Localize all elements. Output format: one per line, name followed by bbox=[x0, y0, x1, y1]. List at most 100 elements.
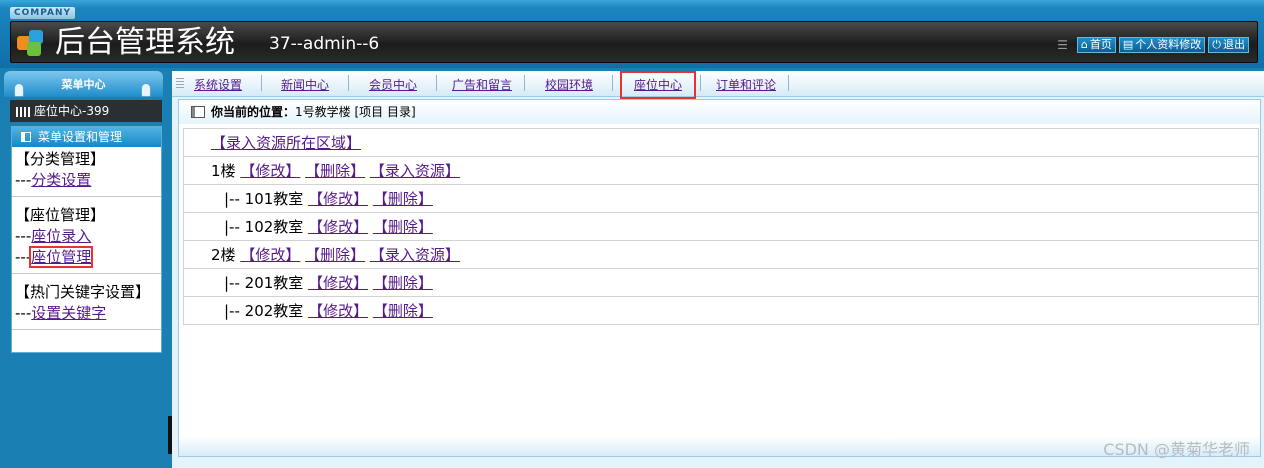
group-keyword: 【热门关键字设置】 ---设置关键字 bbox=[12, 274, 161, 330]
category-settings-link[interactable]: 分类设置 bbox=[31, 171, 91, 189]
logout-button[interactable]: ⏻ 退出 bbox=[1208, 37, 1249, 53]
edit-link[interactable]: 【修改】 bbox=[240, 162, 300, 180]
logo-icon bbox=[17, 28, 47, 58]
edit-link[interactable]: 【修改】 bbox=[308, 218, 368, 236]
top-links: ☰ ⌂ 首页 ▤ 个人资料修改 ⏻ 退出 bbox=[1057, 37, 1249, 53]
delete-link[interactable]: 【删除】 bbox=[305, 246, 365, 264]
menu-center-header: 菜单中心 bbox=[4, 71, 163, 97]
table-row: 1楼 【修改】 【删除】 【录入资源】 bbox=[183, 156, 1259, 185]
home-icon: ⌂ bbox=[1080, 38, 1088, 51]
room-name: |-- 202教室 bbox=[224, 302, 304, 320]
add-resource-link[interactable]: 【录入资源】 bbox=[370, 162, 460, 180]
book-icon bbox=[191, 106, 205, 118]
sidebar: 菜单中心 座位中心-399 菜单设置和管理 【分类管理】 ---分类设置 【座位… bbox=[4, 71, 163, 468]
breadcrumb: 你当前的位置：1号教学楼 [项目 目录] bbox=[179, 100, 1260, 124]
grip-icon bbox=[176, 78, 184, 90]
panel-header: 菜单设置和管理 bbox=[12, 127, 161, 147]
tab-ads-messages[interactable]: 广告和留言 bbox=[452, 77, 512, 93]
panel-title: 菜单设置和管理 bbox=[38, 130, 123, 144]
keyword-settings-link[interactable]: 设置关键字 bbox=[31, 304, 106, 322]
item-prefix: --- bbox=[15, 171, 32, 189]
group-title: 【热门关键字设置】 bbox=[15, 283, 151, 301]
group-title: 【座位管理】 bbox=[15, 206, 106, 224]
tree-cell: |-- 201教室 【修改】 【删除】 bbox=[183, 268, 1259, 297]
add-resource-link[interactable]: 【录入资源】 bbox=[370, 246, 460, 264]
menu-item: ---座位管理 bbox=[15, 246, 159, 268]
divider bbox=[436, 75, 437, 91]
divider bbox=[612, 75, 613, 91]
system-title: 后台管理系统 bbox=[55, 25, 235, 60]
menu-center-title: 菜单中心 bbox=[61, 78, 106, 91]
group-seat: 【座位管理】 ---座位录入 ---座位管理 bbox=[12, 197, 161, 274]
floor-name: 1楼 bbox=[211, 162, 236, 180]
room-name: |-- 101教室 bbox=[224, 190, 304, 208]
tab-orders-reviews[interactable]: 订单和评论 bbox=[716, 77, 776, 93]
divider bbox=[261, 75, 262, 91]
table-row: |-- 101教室 【修改】 【删除】 bbox=[183, 184, 1259, 213]
resource-tree: 【录入资源所在区域】 1楼 【修改】 【删除】 【录入资源】 |-- 101教室… bbox=[183, 128, 1259, 325]
profile-edit-label: 个人资料修改 bbox=[1135, 38, 1202, 51]
grid-icon bbox=[16, 107, 30, 117]
divider bbox=[788, 75, 789, 91]
item-prefix: --- bbox=[15, 304, 32, 322]
table-row: |-- 201教室 【修改】 【删除】 bbox=[183, 268, 1259, 297]
content-panel: 你当前的位置：1号教学楼 [项目 目录] 【录入资源所在区域】 1楼 【修改】 … bbox=[178, 99, 1261, 457]
delete-link[interactable]: 【删除】 bbox=[373, 302, 433, 320]
delete-link[interactable]: 【删除】 bbox=[305, 162, 365, 180]
tab-seat-center[interactable]: 座位中心 bbox=[619, 71, 697, 99]
tree-cell: 1楼 【修改】 【删除】 【录入资源】 bbox=[183, 156, 1259, 185]
tree-cell: 2楼 【修改】 【删除】 【录入资源】 bbox=[183, 240, 1259, 269]
menu-item: ---分类设置 bbox=[15, 170, 159, 191]
tab-campus-environment[interactable]: 校园环境 bbox=[545, 77, 593, 93]
delete-link[interactable]: 【删除】 bbox=[373, 218, 433, 236]
home-label: 首页 bbox=[1089, 38, 1112, 51]
item-prefix: --- bbox=[15, 227, 32, 245]
menu-item: ---座位录入 bbox=[15, 226, 159, 247]
tree-cell: |-- 101教室 【修改】 【删除】 bbox=[183, 184, 1259, 213]
tab-member-center[interactable]: 会员中心 bbox=[369, 77, 417, 93]
watermark: CSDN @黄菊华老师 bbox=[1103, 440, 1250, 459]
pin-icon bbox=[141, 83, 151, 97]
seat-entry-link[interactable]: 座位录入 bbox=[31, 227, 91, 245]
add-area-link[interactable]: 【录入资源所在区域】 bbox=[211, 134, 361, 152]
power-icon: ⏻ bbox=[1212, 38, 1221, 51]
edit-link[interactable]: 【修改】 bbox=[308, 274, 368, 292]
company-label: COMPANY bbox=[10, 7, 75, 19]
main-area: 系统设置 新闻中心 会员中心 广告和留言 校园环境 座位中心 订单和评论 你当前… bbox=[172, 71, 1264, 468]
delete-link[interactable]: 【删除】 bbox=[373, 190, 433, 208]
table-row: 2楼 【修改】 【删除】 【录入资源】 bbox=[183, 240, 1259, 269]
profile-edit-button[interactable]: ▤ 个人资料修改 bbox=[1118, 37, 1206, 53]
module-label: 座位中心-399 bbox=[34, 104, 110, 118]
tab-news-center[interactable]: 新闻中心 bbox=[281, 77, 329, 93]
table-row: 【录入资源所在区域】 bbox=[183, 128, 1259, 157]
app-header: COMPANY 后台管理系统 37--admin--6 ☰ ⌂ 首页 ▤ 个人资料修… bbox=[0, 0, 1264, 68]
delete-link[interactable]: 【删除】 bbox=[373, 274, 433, 292]
room-name: |-- 201教室 bbox=[224, 274, 304, 292]
tab-system-settings[interactable]: 系统设置 bbox=[194, 77, 242, 93]
logout-label: 退出 bbox=[1223, 38, 1245, 51]
menu-panel: 菜单设置和管理 【分类管理】 ---分类设置 【座位管理】 ---座位录入 --… bbox=[11, 126, 162, 353]
edit-link[interactable]: 【修改】 bbox=[240, 246, 300, 264]
breadcrumb-value: 1号教学楼 [项目 目录] bbox=[295, 105, 416, 119]
profile-icon: ▤ bbox=[1122, 38, 1134, 51]
home-button[interactable]: ⌂ 首页 bbox=[1076, 37, 1116, 53]
title-bar: 后台管理系统 37--admin--6 ☰ ⌂ 首页 ▤ 个人资料修改 ⏻ 退出 bbox=[10, 21, 1258, 63]
table-row: |-- 102教室 【修改】 【删除】 bbox=[183, 212, 1259, 241]
group-category: 【分类管理】 ---分类设置 bbox=[12, 147, 161, 197]
module-title[interactable]: 座位中心-399 bbox=[10, 100, 162, 122]
edit-link[interactable]: 【修改】 bbox=[308, 190, 368, 208]
room-name: |-- 102教室 bbox=[224, 218, 304, 236]
breadcrumb-label: 你当前的位置： bbox=[211, 105, 296, 119]
seat-management-link[interactable]: 座位管理 bbox=[29, 246, 94, 268]
tree-cell: 【录入资源所在区域】 bbox=[183, 128, 1259, 157]
grip-icon: ☰ bbox=[1057, 38, 1068, 52]
floor-name: 2楼 bbox=[211, 246, 236, 264]
item-prefix: --- bbox=[15, 248, 32, 266]
tree-cell: |-- 202教室 【修改】 【删除】 bbox=[183, 296, 1259, 325]
user-info: 37--admin--6 bbox=[269, 34, 380, 54]
menu-item: ---设置关键字 bbox=[15, 303, 159, 324]
group-title: 【分类管理】 bbox=[15, 150, 106, 168]
pin-icon bbox=[14, 83, 24, 97]
content-footer bbox=[179, 436, 1260, 456]
edit-link[interactable]: 【修改】 bbox=[308, 302, 368, 320]
